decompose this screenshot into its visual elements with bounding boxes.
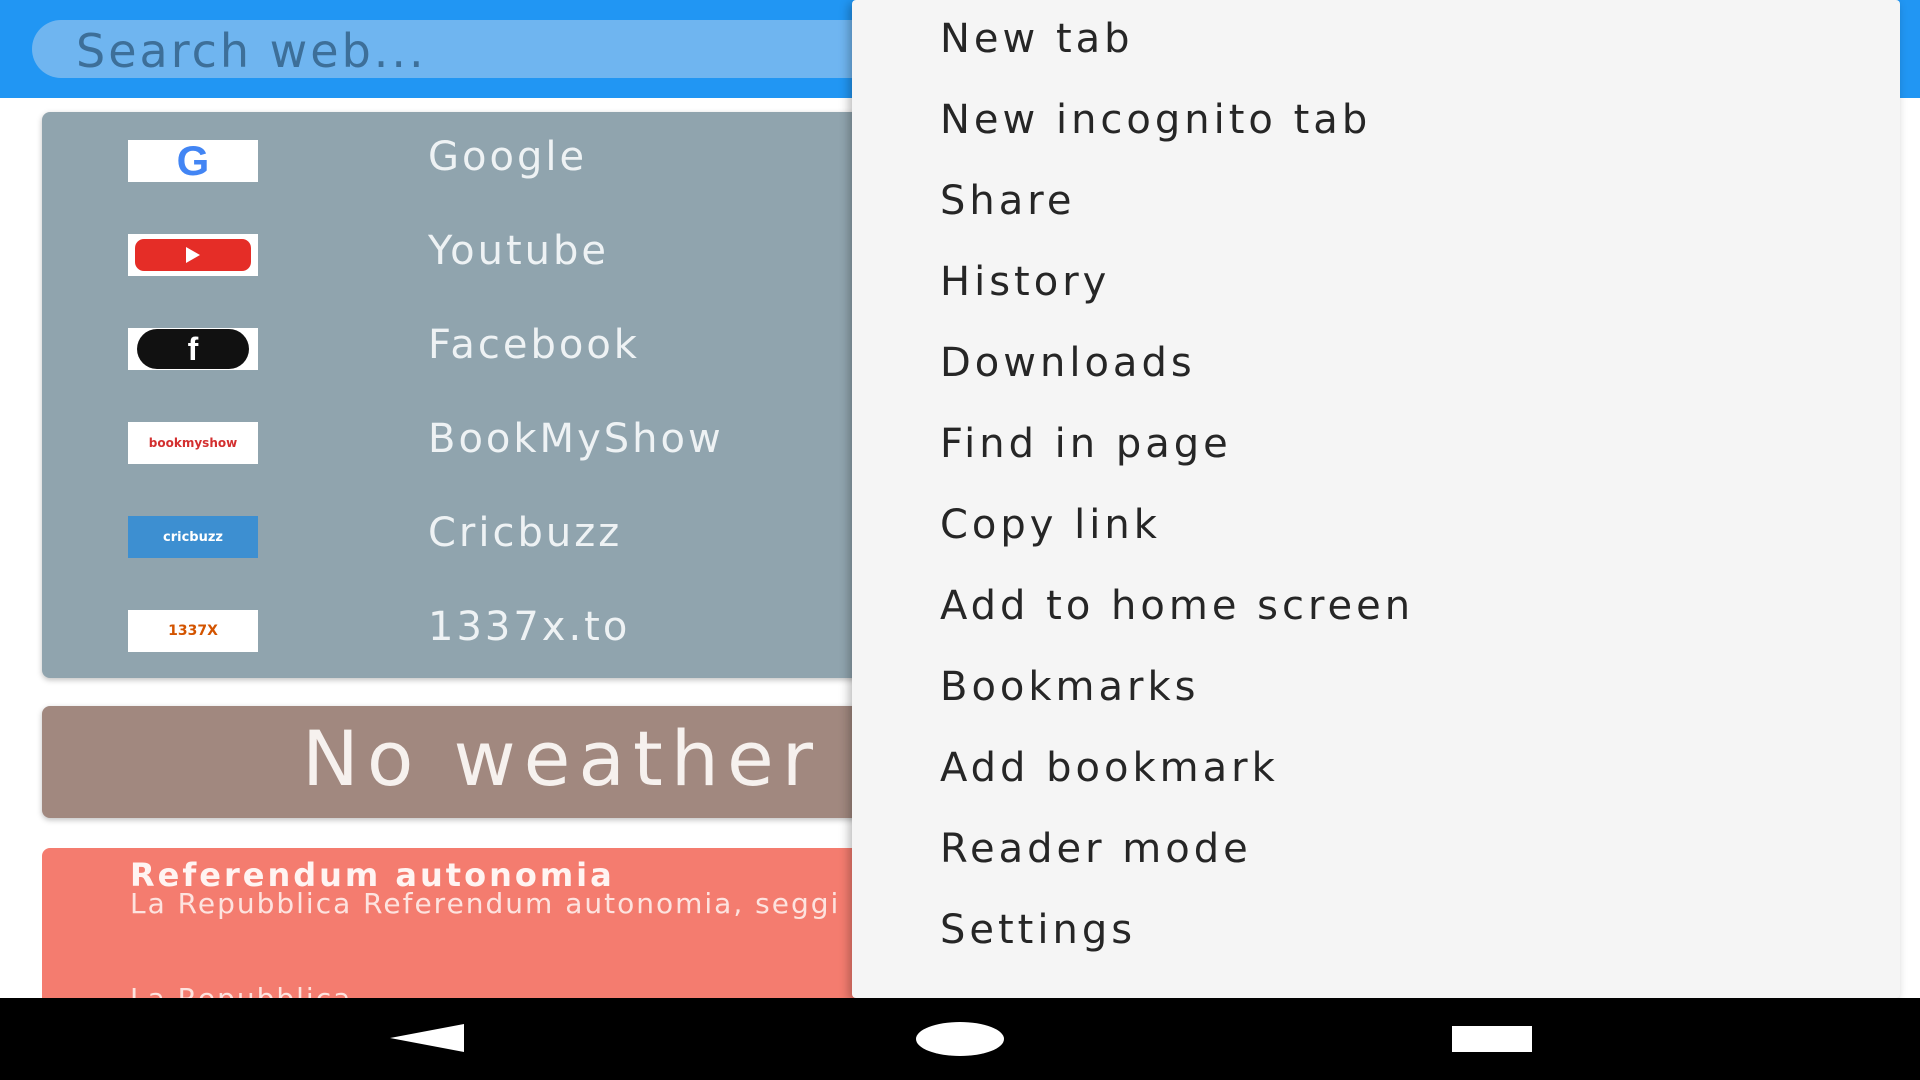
menu-item-add-bookmark[interactable]: Add bookmark bbox=[852, 729, 1900, 810]
quick-link-label: 1337x.to bbox=[428, 604, 631, 650]
menu-item-label: History bbox=[940, 259, 1111, 305]
menu-item-label: Add to home screen bbox=[940, 583, 1415, 629]
quick-link-label: BookMyShow bbox=[428, 416, 724, 462]
bookmyshow-logo-icon: bookmyshow bbox=[128, 422, 258, 464]
menu-item-share[interactable]: Share bbox=[852, 162, 1900, 243]
menu-item-label: Settings bbox=[940, 907, 1137, 953]
quick-link-label: Youtube bbox=[428, 228, 609, 274]
menu-item-settings[interactable]: Settings bbox=[852, 891, 1900, 972]
menu-item-label: Add bookmark bbox=[940, 745, 1279, 791]
google-logo-icon: G bbox=[128, 140, 258, 182]
menu-item-copy-link[interactable]: Copy link bbox=[852, 486, 1900, 567]
home-icon[interactable] bbox=[916, 1022, 1004, 1056]
system-nav-bar bbox=[0, 998, 1920, 1080]
menu-item-label: Find in page bbox=[940, 421, 1232, 467]
menu-item-downloads[interactable]: Downloads bbox=[852, 324, 1900, 405]
quick-link-label: Facebook bbox=[428, 322, 640, 368]
weather-text: No weather bbox=[302, 714, 821, 803]
menu-item-label: Copy link bbox=[940, 502, 1161, 548]
facebook-logo-icon: f bbox=[128, 328, 258, 370]
menu-item-label: New tab bbox=[940, 16, 1134, 62]
search-placeholder: Search web... bbox=[76, 24, 427, 78]
menu-item-label: Share bbox=[940, 178, 1076, 224]
menu-item-find-in-page[interactable]: Find in page bbox=[852, 405, 1900, 486]
menu-item-add-to-home-screen[interactable]: Add to home screen bbox=[852, 567, 1900, 648]
1337x-logo-icon: 1337X bbox=[128, 610, 258, 652]
menu-item-label: New incognito tab bbox=[940, 97, 1372, 143]
menu-item-bookmarks[interactable]: Bookmarks bbox=[852, 648, 1900, 729]
quick-link-label: Google bbox=[428, 134, 588, 180]
quick-link-label: Cricbuzz bbox=[428, 510, 623, 556]
menu-item-new-incognito-tab[interactable]: New incognito tab bbox=[852, 81, 1900, 162]
back-icon[interactable] bbox=[390, 1024, 464, 1052]
menu-item-new-tab[interactable]: New tab bbox=[852, 0, 1900, 81]
menu-item-label: Reader mode bbox=[940, 826, 1252, 872]
menu-item-reader-mode[interactable]: Reader mode bbox=[852, 810, 1900, 891]
recents-icon[interactable] bbox=[1452, 1026, 1532, 1052]
overflow-menu: New tab New incognito tab Share History … bbox=[852, 0, 1900, 998]
menu-item-label: Downloads bbox=[940, 340, 1196, 386]
menu-item-history[interactable]: History bbox=[852, 243, 1900, 324]
menu-item-label: Bookmarks bbox=[940, 664, 1200, 710]
youtube-logo-icon bbox=[128, 234, 258, 276]
cricbuzz-logo-icon: cricbuzz bbox=[128, 516, 258, 558]
